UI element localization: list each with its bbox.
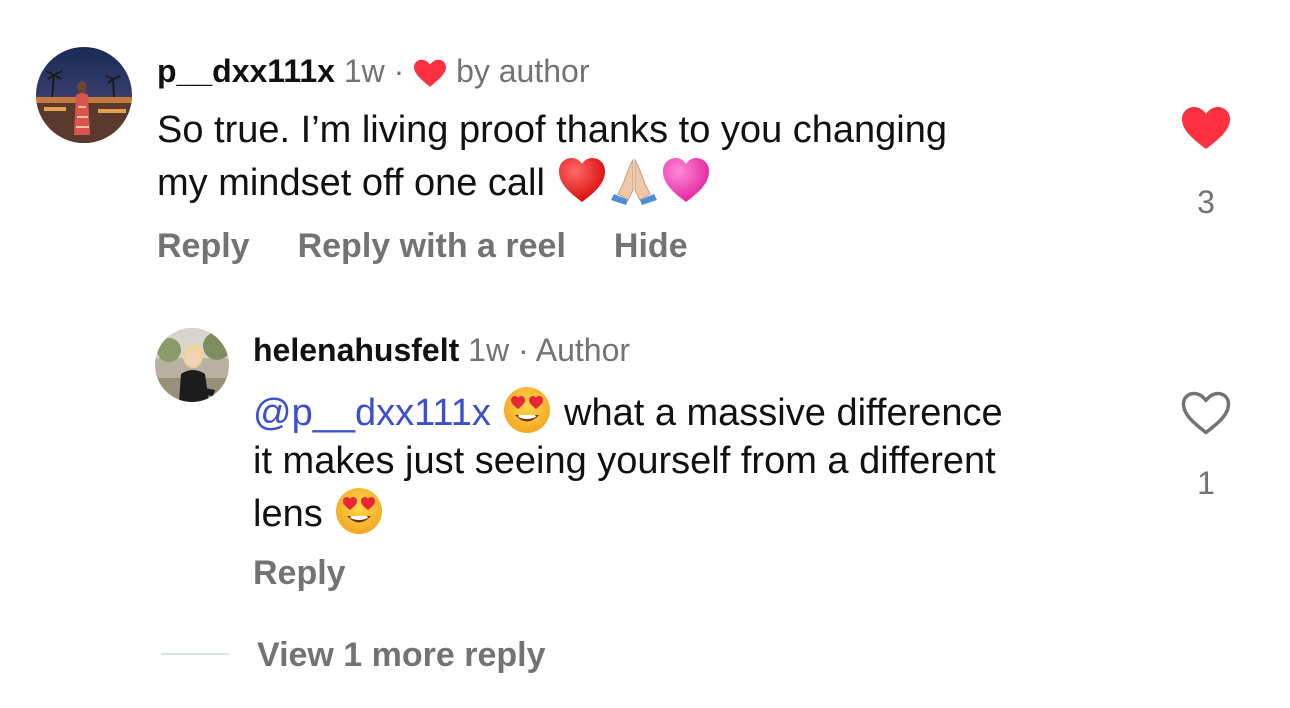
reply-with-reel-button[interactable]: Reply with a reel — [298, 227, 566, 265]
folded-hands-emoji-icon — [610, 158, 657, 205]
reply-time: 1w — [468, 332, 510, 368]
reply-text-line-3: lens — [253, 493, 323, 535]
pink-heart-emoji-icon — [662, 158, 709, 202]
avatar-photo — [155, 328, 229, 402]
like-outline-heart-icon[interactable] — [1180, 390, 1232, 436]
heart-eyes-emoji-icon — [336, 488, 383, 534]
reply-text-line-2: it makes just seeing yourself from a dif… — [253, 440, 996, 482]
comment-text-line: So true. I’m living proof thanks to you … — [157, 109, 948, 151]
meta-separator: · — [393, 53, 405, 89]
mention-link[interactable]: @p__dxx111x — [253, 392, 491, 434]
reply-text-line: lens — [253, 485, 1003, 538]
reply-username[interactable]: helenahusfelt — [253, 332, 459, 368]
comment-username[interactable]: p__dxx111x — [157, 53, 335, 89]
comment-meta: p__dxx111x 1w · by author — [157, 51, 589, 91]
comment-text-line-2: my mindset off one call — [157, 162, 545, 204]
avatar[interactable] — [36, 47, 132, 143]
replies-divider-line — [161, 653, 229, 655]
reply-text: @p__dxx111x what a massive difference it… — [253, 384, 1003, 538]
like-filled-heart-icon[interactable] — [1180, 105, 1232, 151]
avatar-photo — [36, 47, 132, 143]
liked-by-author-heart-icon — [414, 59, 447, 87]
comment-text-line: my mindset off one call — [157, 154, 947, 207]
hide-button[interactable]: Hide — [614, 227, 688, 265]
liked-by-author-label: by author — [456, 53, 590, 89]
reply-meta: helenahusfelt 1w · Author — [253, 330, 630, 370]
comment-actions: Reply Reply with a reel Hide — [157, 226, 688, 266]
meta-separator: · — [517, 332, 529, 368]
reply-button[interactable]: Reply — [253, 554, 346, 592]
heart-eyes-emoji-icon — [504, 387, 551, 433]
view-more-replies-button[interactable]: View 1 more reply — [257, 634, 546, 676]
reply-actions: Reply — [253, 553, 346, 593]
like-count[interactable]: 1 — [1180, 463, 1232, 503]
like-count[interactable]: 3 — [1180, 182, 1232, 222]
reply-text-line: @p__dxx111x what a massive difference — [253, 384, 1003, 437]
reply-avatar[interactable] — [155, 328, 229, 402]
comment-text: So true. I’m living proof thanks to you … — [157, 106, 947, 207]
comment-time: 1w — [343, 53, 385, 89]
reply-text-line-1: what a massive difference — [564, 392, 1003, 434]
author-badge: Author — [535, 332, 631, 368]
reply-button[interactable]: Reply — [157, 227, 250, 265]
red-heart-emoji-icon — [558, 158, 605, 202]
